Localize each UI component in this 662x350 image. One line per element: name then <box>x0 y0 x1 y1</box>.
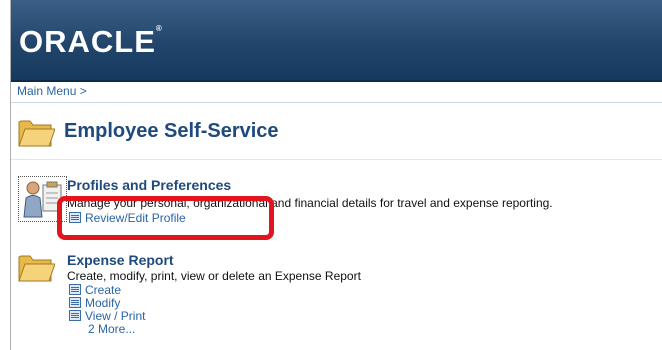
folder-icon <box>18 255 55 282</box>
red-highlight-box <box>57 196 274 240</box>
divider <box>11 102 662 103</box>
modify-link[interactable]: Modify <box>69 296 120 310</box>
more-link[interactable]: 2 More... <box>88 322 135 336</box>
section-title-profiles[interactable]: Profiles and Preferences <box>67 177 231 193</box>
folder-icon <box>18 120 55 147</box>
app-window: ORACLE® Main Menu > Employee Self-Servic… <box>10 0 662 350</box>
divider <box>11 159 662 160</box>
breadcrumb-main-menu[interactable]: Main Menu > <box>17 84 87 98</box>
view-print-link[interactable]: View / Print <box>69 309 145 323</box>
list-item-icon <box>69 297 81 308</box>
header-bar: ORACLE® <box>11 0 662 82</box>
page-title: Employee Self-Service <box>64 120 279 142</box>
list-item-icon <box>69 284 81 295</box>
list-item-icon <box>69 310 81 321</box>
section-title-expense-report[interactable]: Expense Report <box>67 252 174 268</box>
oracle-logo: ORACLE® <box>19 24 163 59</box>
section-description-expense-report: Create, modify, print, view or delete an… <box>67 269 361 283</box>
create-link[interactable]: Create <box>69 283 121 297</box>
